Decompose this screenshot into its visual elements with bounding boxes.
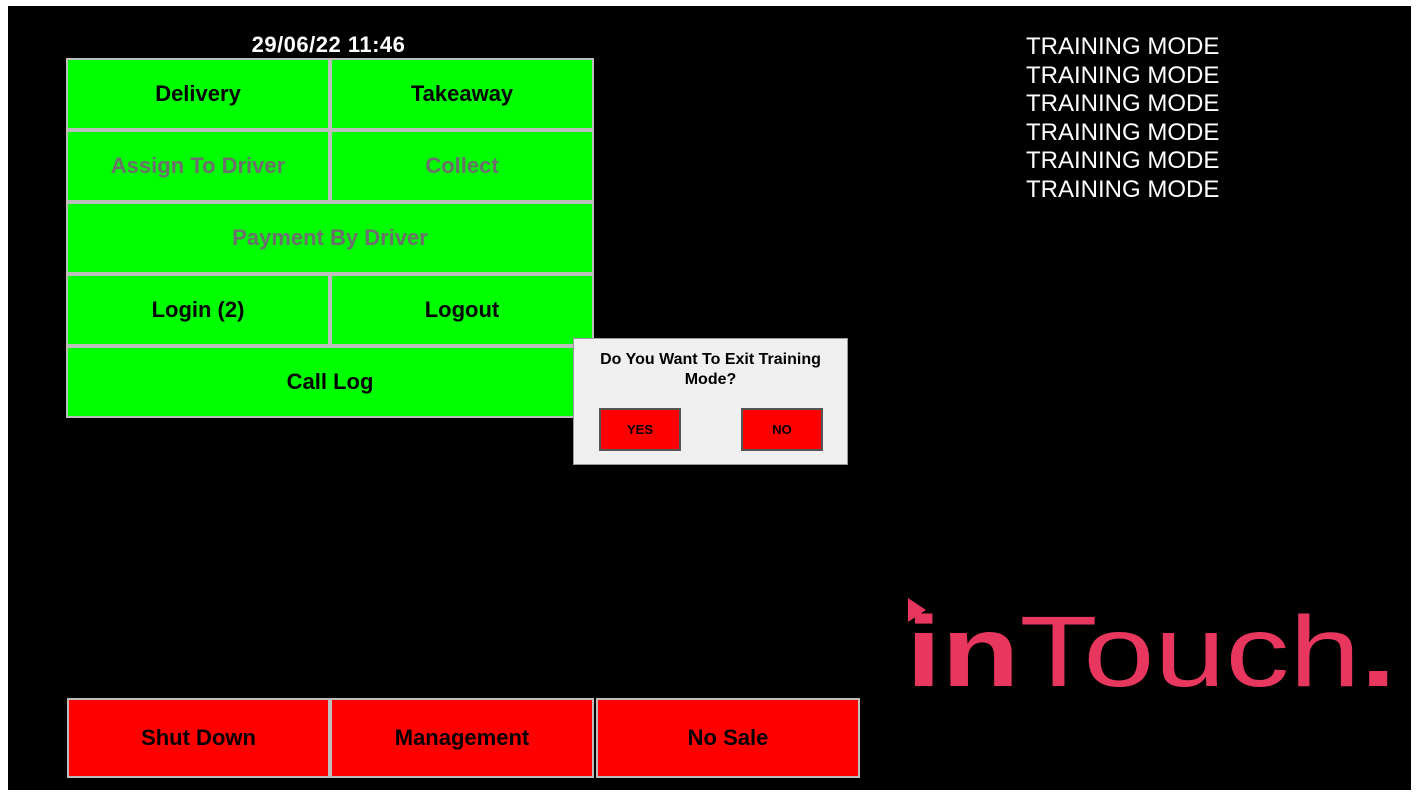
training-mode-banner: TRAINING MODE TRAINING MODE TRAINING MOD… bbox=[1026, 33, 1219, 205]
collect-button[interactable]: Collect bbox=[330, 130, 594, 202]
no-button[interactable]: NO bbox=[741, 408, 823, 451]
training-mode-line: TRAINING MODE bbox=[1026, 118, 1220, 146]
delivery-button[interactable]: Delivery bbox=[66, 58, 330, 130]
logo-wordmark: in Touch. bbox=[906, 596, 1396, 708]
intouch-logo: in Touch. bbox=[906, 596, 1396, 708]
training-mode-line: TRAINING MODE bbox=[1026, 61, 1220, 89]
training-mode-line: TRAINING MODE bbox=[1026, 90, 1220, 118]
call-log-button[interactable]: Call Log bbox=[66, 346, 594, 418]
takeaway-button[interactable]: Takeaway bbox=[330, 58, 594, 130]
assign-to-driver-button[interactable]: Assign To Driver bbox=[66, 130, 330, 202]
training-mode-line: TRAINING MODE bbox=[1026, 33, 1220, 60]
date-time-display: 29/06/22 11:46 bbox=[251, 32, 406, 57]
login-button[interactable]: Login (2) bbox=[66, 274, 330, 346]
pos-screen: 29/06/22 11:46 Delivery Takeaway Assign … bbox=[8, 6, 1411, 790]
dialog-message: Do You Want To Exit Training Mode? bbox=[600, 351, 821, 388]
yes-button[interactable]: YES bbox=[599, 408, 681, 451]
no-sale-button[interactable]: No Sale bbox=[596, 698, 860, 778]
management-button[interactable]: Management bbox=[330, 698, 594, 778]
logout-button[interactable]: Logout bbox=[330, 274, 594, 346]
training-mode-line: TRAINING MODE bbox=[1026, 147, 1220, 175]
shut-down-button[interactable]: Shut Down bbox=[67, 698, 330, 778]
exit-training-dialog: Do You Want To Exit Training Mode? YES N… bbox=[573, 338, 848, 465]
payment-by-driver-button[interactable]: Payment By Driver bbox=[66, 202, 594, 274]
training-mode-line: TRAINING MODE bbox=[1026, 175, 1220, 203]
